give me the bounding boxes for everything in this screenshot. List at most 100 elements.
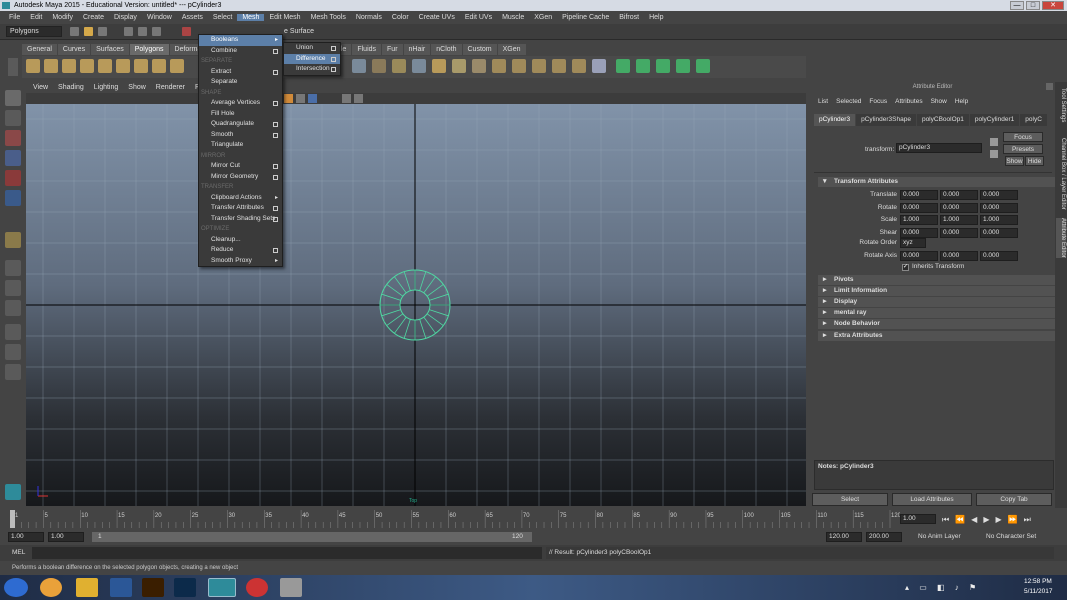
option-box-icon[interactable] [273,174,278,180]
file-explorer-icon[interactable] [76,578,98,597]
presets-button[interactable]: Presets [1003,144,1043,154]
shelf-tool-icon[interactable] [392,59,406,73]
scale-x-field[interactable]: 1.000 [900,215,938,225]
node-tab[interactable]: pCylinder3Shape [856,114,916,126]
viewport-top[interactable]: Top [26,104,806,506]
shelf-tool-icon[interactable] [552,59,566,73]
menu-window[interactable]: Window [142,14,177,21]
start-button-icon[interactable] [4,578,28,597]
shelf-tool-icon[interactable] [592,59,606,73]
menu-item-clipboard-actions[interactable]: Clipboard Actions ▸ [199,193,282,204]
option-box-icon[interactable] [273,48,278,54]
shelf-tab[interactable]: Curves [57,44,91,55]
menu-edit-uvs[interactable]: Edit UVs [460,14,497,21]
photoshop-icon[interactable] [174,578,196,597]
playback-controls[interactable]: ⏮⏪◀▶▶⏩⏭ [942,515,1037,525]
menu-item-booleans[interactable]: Booleans ▸ [199,35,282,46]
maya-taskbar-icon[interactable] [208,578,236,597]
app-m-icon[interactable] [246,578,268,597]
wireframe-icon[interactable] [354,94,363,103]
option-box-icon[interactable] [273,248,278,253]
paint-select-icon[interactable] [5,130,21,146]
system-tray-icons[interactable]: ▴ ▭ ◧ ♪ ⚑ [905,583,980,592]
layout-single-icon[interactable] [5,260,21,276]
scale-y-field[interactable]: 1.000 [940,215,978,225]
option-box-icon[interactable] [331,56,336,62]
menu-help[interactable]: Help [644,14,668,21]
ae-menu-attributes[interactable]: Attributes [891,96,926,108]
shadow-icon[interactable] [296,94,305,103]
select-hierarchy-icon[interactable] [124,27,133,36]
menu-item-triangulate[interactable]: Triangulate [199,140,282,151]
panel-menu-renderer[interactable]: Renderer [151,82,190,93]
minimize-button[interactable]: — [1010,1,1024,10]
shelf-tool-icon[interactable] [44,59,58,73]
menu-file[interactable]: File [4,14,25,21]
option-box-icon[interactable] [273,69,278,75]
load-attributes-button[interactable]: Load Attributes [892,493,972,506]
texture-icon[interactable] [308,94,317,103]
menu-normals[interactable]: Normals [351,14,387,21]
go-output-icon[interactable] [990,150,998,158]
shelf-tab[interactable]: Custom [462,44,497,55]
menu-item-union[interactable]: Union [284,43,340,54]
close-button[interactable]: ✕ [1042,1,1064,10]
option-box-icon[interactable] [273,132,278,138]
layout-graph-icon[interactable] [5,364,21,380]
shelf-tool-icon[interactable] [170,59,184,73]
shelf-tab[interactable]: nCloth [431,44,462,55]
menu-display[interactable]: Display [109,14,142,21]
mel-label[interactable]: MEL [12,549,25,556]
menu-item-fill-hole[interactable]: Fill Hole [199,109,282,120]
character-set-label[interactable]: No Character Set [986,533,1036,540]
menu-item-smooth[interactable]: Smooth [199,130,282,141]
shelf-tool-icon[interactable] [676,59,690,73]
shelf-tool-icon[interactable] [152,59,166,73]
cylinder-icon[interactable] [5,232,21,248]
shelf-tool-icon[interactable] [98,59,112,73]
tab-tool-settings[interactable]: Tool Settings [1056,88,1066,122]
shelf-tool-icon[interactable] [532,59,546,73]
menu-modify[interactable]: Modify [47,14,78,21]
menu-create-uvs[interactable]: Create UVs [414,14,460,21]
shelf-tab[interactable]: nHair [403,44,431,55]
shelf-tab[interactable]: Fluids [352,44,382,55]
shelf-tool-icon[interactable] [512,59,526,73]
select-component-icon[interactable] [152,27,161,36]
menu-item-transfer-shading-sets[interactable]: Transfer Shading Sets [199,214,282,225]
ae-menu-show[interactable]: Show [927,96,951,108]
section-extra-attributes[interactable]: Extra Attributes [818,331,1056,341]
shelf-tool-icon[interactable] [452,59,466,73]
shear-y-field[interactable]: 0.000 [940,227,978,238]
shelf-tool-icon[interactable] [492,59,506,73]
maya-home-icon[interactable] [5,484,21,500]
menu-item-cleanup-[interactable]: Cleanup... [199,235,282,246]
rotate-x-field[interactable]: 0.000 [900,202,938,213]
menu-item-extract[interactable]: Extract [199,67,282,78]
layout-four-icon[interactable] [5,280,21,296]
current-frame-field[interactable]: 1.00 [900,514,936,524]
current-time-marker[interactable] [10,510,15,528]
menu-edit-mesh[interactable]: Edit Mesh [264,14,305,21]
shelf-tab[interactable]: XGen [497,44,526,55]
playback-end-field[interactable]: 120.00 [826,532,862,542]
anim-layer-label[interactable]: No Anim Layer [918,533,961,540]
option-box-icon[interactable] [273,122,278,127]
inherits-checkbox[interactable]: ✓ [902,264,909,271]
section-limit-information[interactable]: Limit Information [818,286,1056,296]
node-tab[interactable]: pCylinder3 [814,114,856,126]
menu-item-intersection[interactable]: Intersection [284,64,340,75]
shelf-tool-icon[interactable] [372,59,386,73]
menu-mesh-tools[interactable]: Mesh Tools [306,14,351,21]
range-bar[interactable]: 1 120 [92,532,532,542]
shelf-tool-icon[interactable] [432,59,446,73]
hide-button[interactable]: Hide [1025,156,1044,166]
maximize-button[interactable]: □ [1026,1,1040,10]
menu-item-mirror-cut[interactable]: Mirror Cut [199,161,282,172]
panel-menu-lighting[interactable]: Lighting [89,82,124,93]
menu-item-transfer-attributes[interactable]: Transfer Attributes [199,203,282,214]
shelf-tool-icon[interactable] [26,59,40,73]
layout-persp-icon[interactable] [5,324,21,340]
tab-attribute-editor[interactable]: Attribute Editor [1056,218,1066,258]
command-input[interactable] [32,547,542,559]
